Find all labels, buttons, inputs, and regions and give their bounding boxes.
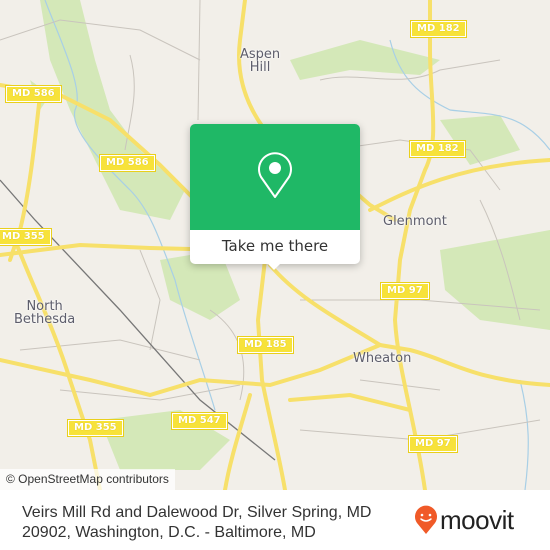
moovit-pin-icon [415, 505, 437, 534]
route-shield-md-586: MD 586 [5, 85, 62, 103]
route-shield-md-355: MD 355 [67, 419, 124, 437]
place-label-glenmont: Glenmont [383, 214, 447, 229]
stop-address: Veirs Mill Rd and Dalewood Dr, Silver Sp… [22, 504, 372, 541]
map-attribution[interactable]: © OpenStreetMap contributors [0, 469, 175, 490]
place-label-north-bethesda: North Bethesda [14, 299, 76, 327]
callout-header [190, 124, 360, 230]
route-shield-md-97: MD 97 [408, 435, 458, 453]
take-me-there-button[interactable]: Take me there [190, 230, 360, 264]
route-shield-md-586: MD 586 [99, 154, 156, 172]
route-shield-md-355: MD 355 [0, 228, 52, 246]
moovit-logo: moovit [414, 503, 514, 537]
map-pin-icon [258, 152, 292, 198]
route-shield-md-97: MD 97 [380, 282, 430, 300]
map[interactable]: Aspen Hill Glenmont North Bethesda Wheaton… [0, 0, 550, 490]
route-shield-md-547: MD 547 [171, 412, 228, 430]
route-shield-md-182: MD 182 [409, 140, 466, 158]
route-shield-md-185: MD 185 [237, 336, 294, 354]
callout-pointer [266, 262, 282, 270]
place-label-wheaton: Wheaton [353, 351, 412, 366]
moovit-wordmark: moovit [440, 504, 514, 535]
place-label-aspen-hill: Aspen Hill [240, 47, 281, 75]
route-shield-md-182: MD 182 [410, 20, 467, 38]
location-callout[interactable]: Take me there [190, 124, 360, 270]
